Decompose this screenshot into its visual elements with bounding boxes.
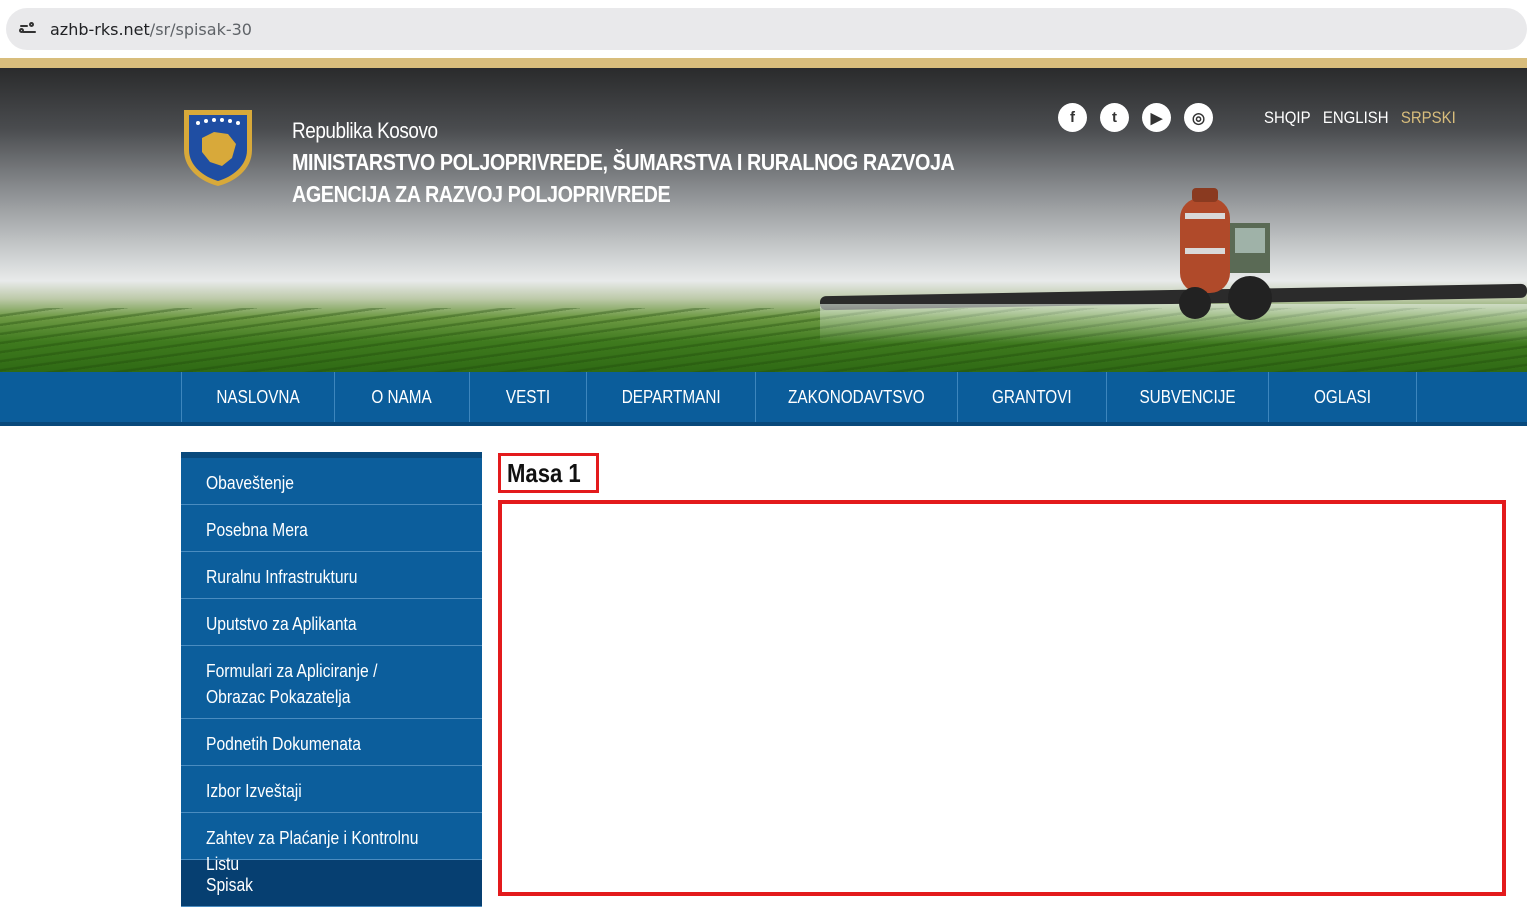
sidebar-item-label: Formulari za Apliciranje / Obrazac Pokaz… bbox=[206, 661, 378, 707]
header-ministry-title: MINISTARSTVO POLJOPRIVREDE, ŠUMARSTVA I … bbox=[292, 149, 955, 175]
lang-shqip-link[interactable]: SHQIP bbox=[1264, 108, 1311, 128]
main-nav: NASLOVNA O NAMA VESTI DEPARTMANI ZAKONOD… bbox=[0, 372, 1527, 426]
sidebar-item-label: Obaveštenje bbox=[206, 473, 294, 493]
content-area-highlight bbox=[498, 500, 1506, 896]
sidebar-item-label: Posebna Mera bbox=[206, 520, 308, 540]
address-bar[interactable]: azhb-rks.net/sr/spisak-30 bbox=[6, 8, 1527, 50]
url-path: /sr/spisak-30 bbox=[149, 19, 252, 39]
nav-label: OGLASI bbox=[1314, 386, 1371, 407]
page-title: Masa 1 bbox=[507, 457, 581, 488]
nav-item-o-nama[interactable]: O NAMA bbox=[335, 372, 470, 422]
nav-item-oglasi[interactable]: OGLASI bbox=[1269, 372, 1417, 422]
nav-label: NASLOVNA bbox=[216, 386, 300, 407]
url-text[interactable]: azhb-rks.net/sr/spisak-30 bbox=[50, 20, 252, 39]
nav-item-naslovna[interactable]: NASLOVNA bbox=[182, 372, 335, 422]
page-title-highlight: Masa 1 bbox=[498, 453, 599, 493]
youtube-icon[interactable]: ▶ bbox=[1142, 103, 1171, 132]
header-agency-title[interactable]: AGENCIJA ZA RAZVOJ POLJOPRIVREDE bbox=[292, 178, 954, 210]
tractor-image bbox=[1179, 188, 1272, 320]
nav-label: ZAKONODAVTSVO bbox=[788, 386, 925, 407]
nav-label: GRANTOVI bbox=[992, 386, 1072, 407]
lang-english-link[interactable]: ENGLISH bbox=[1323, 108, 1389, 128]
sidebar-item-izbor-izvestaji[interactable]: Izbor Izveštaji bbox=[181, 766, 482, 813]
sidebar-item-label: Izbor Izveštaji bbox=[206, 781, 302, 801]
nav-item-departmani[interactable]: DEPARTMANI bbox=[587, 372, 756, 422]
sidebar-item-label: Uputstvo za Aplikanta bbox=[206, 614, 357, 634]
sidebar-item-posebna-mera[interactable]: Posebna Mera bbox=[181, 505, 482, 552]
nav-item-zakonodavtsvo[interactable]: ZAKONODAVTSVO bbox=[756, 372, 958, 422]
nav-label: VESTI bbox=[505, 386, 551, 407]
sidebar-item-label: Spisak bbox=[206, 875, 254, 895]
url-host: azhb-rks.net bbox=[50, 19, 150, 39]
header-title-block: Republika Kosovo MINISTARSTVO POLJOPRIVR… bbox=[292, 116, 1062, 210]
header-gold-strip bbox=[0, 58, 1527, 68]
kosovo-emblem-logo bbox=[184, 110, 252, 186]
site-info-icon[interactable] bbox=[18, 19, 38, 39]
sidebar-item-podnetih-dokumenata[interactable]: Podnetih Dokumenata bbox=[181, 719, 482, 766]
facebook-icon[interactable]: f bbox=[1058, 103, 1087, 132]
nav-item-subvencije[interactable]: SUBVENCIJE bbox=[1107, 372, 1269, 422]
nav-label: DEPARTMANI bbox=[621, 386, 721, 407]
sidebar-item-label: Podnetih Dokumenata bbox=[206, 734, 361, 754]
sidebar-item-label: Ruralnu Infrastrukturu bbox=[206, 567, 358, 587]
lang-srpski-link[interactable]: SRPSKI bbox=[1401, 108, 1456, 128]
nav-label: SUBVENCIJE bbox=[1139, 386, 1236, 407]
nav-label: O NAMA bbox=[371, 386, 433, 407]
sidebar-menu: Obaveštenje Posebna Mera Ruralnu Infrast… bbox=[181, 452, 482, 907]
browser-toolbar: azhb-rks.net/sr/spisak-30 bbox=[0, 0, 1527, 58]
instagram-icon[interactable]: ◎ bbox=[1184, 103, 1213, 132]
sidebar-item-uputstvo-za-aplikanta[interactable]: Uputstvo za Aplikanta bbox=[181, 599, 482, 646]
social-links: f t ▶ ◎ bbox=[1058, 103, 1213, 132]
site-header: Republika Kosovo MINISTARSTVO POLJOPRIVR… bbox=[0, 68, 1527, 372]
sidebar-item-label: Zahtev za Plaćanje i Kontrolnu Listu bbox=[206, 828, 419, 874]
nav-item-grantovi[interactable]: GRANTOVI bbox=[958, 372, 1107, 422]
language-switcher: SHQIP ENGLISH SRPSKI bbox=[1264, 108, 1456, 128]
sidebar-item-formulari[interactable]: Formulari za Apliciranje / Obrazac Pokaz… bbox=[181, 646, 482, 719]
twitter-icon[interactable]: t bbox=[1100, 103, 1129, 132]
sidebar-item-zahtev-za-placanje[interactable]: Zahtev za Plaćanje i Kontrolnu Listu bbox=[181, 813, 482, 874]
sidebar-item-ruralnu-infrastrukturu[interactable]: Ruralnu Infrastrukturu bbox=[181, 552, 482, 599]
sidebar-item-obavestenje[interactable]: Obaveštenje bbox=[181, 458, 482, 505]
nav-item-vesti[interactable]: VESTI bbox=[470, 372, 587, 422]
header-country-title: Republika Kosovo bbox=[292, 118, 438, 143]
